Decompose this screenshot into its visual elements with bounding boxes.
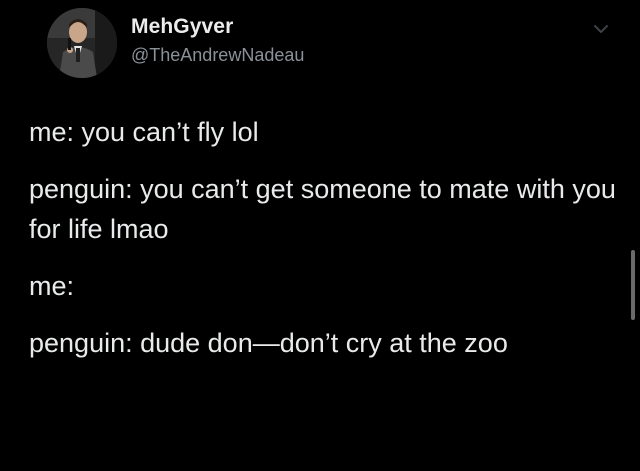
avatar[interactable] [47, 8, 117, 78]
display-name[interactable]: MehGyver [131, 15, 304, 39]
username-handle[interactable]: @TheAndrewNadeau [131, 45, 304, 66]
scrollbar[interactable] [631, 250, 635, 320]
tweet-text: me: you can’t fly lol penguin: you can’t… [29, 112, 619, 380]
tweet-line: penguin: dude don—don’t cry at the zoo [29, 328, 508, 358]
tweet-card: MehGyver @TheAndrewNadeau me: you can’t … [0, 0, 640, 471]
tweet-line: penguin: you can’t get someone to mate w… [29, 174, 616, 244]
avatar-photo [47, 8, 117, 78]
chevron-down-icon[interactable] [593, 23, 609, 35]
author-info: MehGyver @TheAndrewNadeau [131, 15, 304, 66]
tweet-line: me: [29, 271, 75, 301]
tweet-line: me: you can’t fly lol [29, 117, 259, 147]
